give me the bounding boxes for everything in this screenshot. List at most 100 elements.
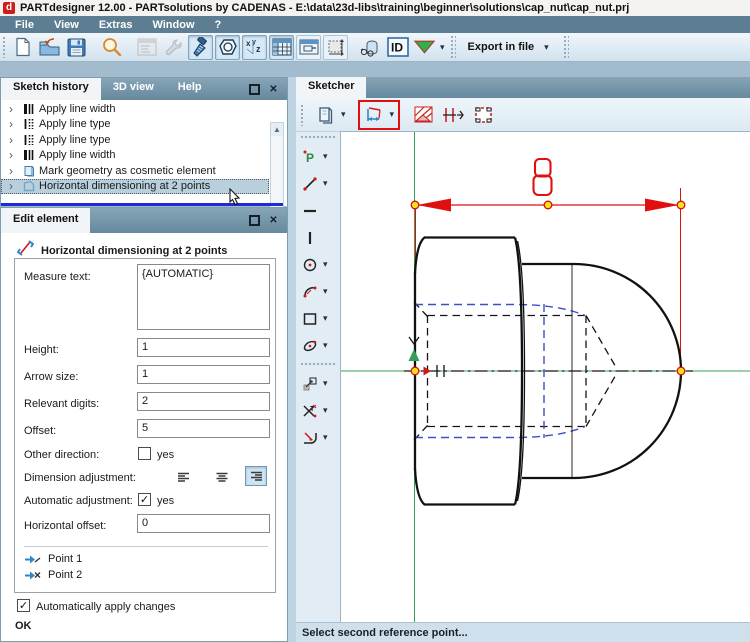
measure-text-input[interactable]: {AUTOMATIC}: [137, 264, 270, 330]
text-tool-dropdown[interactable]: ▾: [321, 405, 330, 416]
ellipse-tool-dropdown[interactable]: ▾: [321, 340, 330, 351]
fillet-tool-dropdown[interactable]: ▾: [321, 432, 330, 443]
expander-chevron-icon[interactable]: ›: [9, 103, 19, 115]
sketch-canvas[interactable]: 8: [340, 131, 750, 622]
new-document-button[interactable]: [10, 35, 35, 60]
tab-edit-element[interactable]: Edit element: [1, 208, 91, 233]
arc-tool-dropdown[interactable]: ▾: [321, 286, 330, 297]
align-right-button[interactable]: [245, 466, 267, 486]
height-input[interactable]: 1: [137, 338, 270, 357]
auto-apply-checkbox[interactable]: ✓: [17, 599, 30, 612]
menu-window[interactable]: Window: [143, 18, 203, 32]
dimension-tool-icon: [366, 107, 381, 121]
sketch-drawing: [341, 132, 750, 622]
sketch-mode-button[interactable]: [215, 34, 240, 60]
ellipse-tool-icon: [303, 340, 317, 351]
horizontal-offset-input[interactable]: 0: [137, 514, 270, 533]
export-in-file-button[interactable]: Export in file ▾: [459, 37, 560, 57]
point-tool-dropdown[interactable]: ▾: [321, 151, 330, 162]
panel-close-button[interactable]: ✕: [268, 215, 279, 226]
expander-chevron-icon[interactable]: ›: [9, 118, 19, 130]
quick-export-dropdown-arrow[interactable]: ▾: [438, 42, 447, 53]
measure-frame-button[interactable]: [323, 34, 348, 60]
vertical-line-tool[interactable]: [296, 224, 340, 251]
transform-tool[interactable]: ▾: [296, 370, 340, 397]
preview-window-button[interactable]: [296, 34, 321, 60]
distance-constraint-tool[interactable]: [440, 102, 466, 128]
menu-view[interactable]: View: [45, 18, 88, 32]
point1-row[interactable]: Point 1: [25, 553, 82, 565]
tab-help[interactable]: Help: [166, 78, 214, 100]
toolbar-drag-handle[interactable]: [2, 36, 7, 58]
scroll-up-button[interactable]: ▲: [271, 123, 283, 136]
export-dropdown-arrow: ▾: [544, 41, 549, 52]
history-item[interactable]: › Apply line type: [1, 117, 269, 133]
id-button[interactable]: ID: [385, 35, 410, 60]
tab-sketch-history[interactable]: Sketch history: [1, 78, 101, 100]
align-left-button[interactable]: [173, 467, 195, 487]
tab-3d-view[interactable]: 3D view: [101, 78, 166, 100]
circle-tool[interactable]: ▾: [296, 251, 340, 278]
properties-button[interactable]: [134, 35, 159, 60]
offset-input[interactable]: 5: [137, 419, 270, 438]
panel-close-button[interactable]: ✕: [268, 84, 279, 95]
other-direction-label: Other direction:: [24, 449, 100, 461]
transform-tool-dropdown[interactable]: ▾: [321, 378, 330, 389]
dimension-tool-active[interactable]: [362, 102, 388, 128]
panel-maximize-button[interactable]: [249, 215, 260, 226]
cosmetic-element-tool-icon: [319, 106, 333, 124]
screw-mode-button[interactable]: [188, 34, 213, 60]
sketcher-toolbar-handle[interactable]: [300, 103, 305, 126]
variables-button[interactable]: xyz: [242, 34, 267, 60]
3d-preview-button[interactable]: [358, 35, 383, 60]
arrow-size-input[interactable]: 1: [137, 365, 270, 384]
other-direction-checkbox[interactable]: [138, 447, 151, 460]
circle-tool-dropdown[interactable]: ▾: [321, 259, 330, 270]
cosmetic-element-tool[interactable]: [313, 102, 339, 128]
rectangle-tool[interactable]: ▾: [296, 305, 340, 332]
tab-sketcher[interactable]: Sketcher: [296, 77, 367, 98]
expander-chevron-icon[interactable]: ›: [9, 180, 19, 192]
history-item[interactable]: › Apply line width: [1, 148, 269, 164]
menu-help[interactable]: ?: [206, 18, 231, 32]
cosmetic-tool-dropdown-arrow[interactable]: ▾: [339, 109, 348, 120]
relevant-digits-input[interactable]: 2: [137, 392, 270, 411]
line-tool-dropdown[interactable]: ▾: [321, 178, 330, 189]
panel-splitter[interactable]: [288, 77, 296, 642]
hatch-tool[interactable]: [410, 102, 436, 128]
edit-element-panel: Edit element ✕ Horizontal dimensioning a…: [0, 207, 288, 642]
expander-chevron-icon[interactable]: ›: [9, 149, 19, 161]
tool-strip-handle[interactable]: [300, 362, 336, 367]
frame-tool[interactable]: [470, 102, 496, 128]
quick-export-button[interactable]: [412, 35, 437, 60]
menu-extras[interactable]: Extras: [90, 18, 142, 32]
history-item[interactable]: › Apply line type: [1, 132, 269, 148]
horizontal-line-tool[interactable]: [296, 197, 340, 224]
line-tool[interactable]: ▾: [296, 170, 340, 197]
menu-file[interactable]: File: [6, 18, 43, 32]
expander-chevron-icon[interactable]: ›: [9, 134, 19, 146]
arc-tool[interactable]: ▾: [296, 278, 340, 305]
open-file-button[interactable]: [37, 35, 62, 60]
point-tool[interactable]: P ▾: [296, 143, 340, 170]
settings-button[interactable]: [161, 35, 186, 60]
text-tool[interactable]: T ▾: [296, 397, 340, 424]
ellipse-tool[interactable]: ▾: [296, 332, 340, 359]
zoom-button[interactable]: [99, 35, 124, 60]
panel-maximize-button[interactable]: [249, 83, 260, 95]
expander-chevron-icon[interactable]: ›: [9, 165, 19, 177]
sketcher-tool-strip: P ▾ ▾ ▾ ▾ ▾ ▾ ▾ T ▾ ▾: [296, 131, 340, 622]
point-tool-icon: P: [303, 150, 314, 165]
automatic-adjustment-checkbox[interactable]: ✓: [138, 493, 151, 506]
history-item[interactable]: › Mark geometry as cosmetic element: [1, 163, 269, 179]
point2-label: Point 2: [48, 569, 83, 581]
point2-row[interactable]: Point 2: [25, 569, 82, 581]
rectangle-tool-dropdown[interactable]: ▾: [321, 313, 330, 324]
dimension-tool-dropdown-arrow[interactable]: ▾: [388, 109, 397, 120]
align-center-button[interactable]: [211, 467, 233, 487]
save-button[interactable]: [64, 35, 89, 60]
fillet-tool[interactable]: ▾: [296, 424, 340, 451]
table-view-button[interactable]: [269, 34, 294, 60]
history-item[interactable]: › Apply line width: [1, 101, 269, 117]
tool-strip-handle[interactable]: [300, 135, 336, 140]
